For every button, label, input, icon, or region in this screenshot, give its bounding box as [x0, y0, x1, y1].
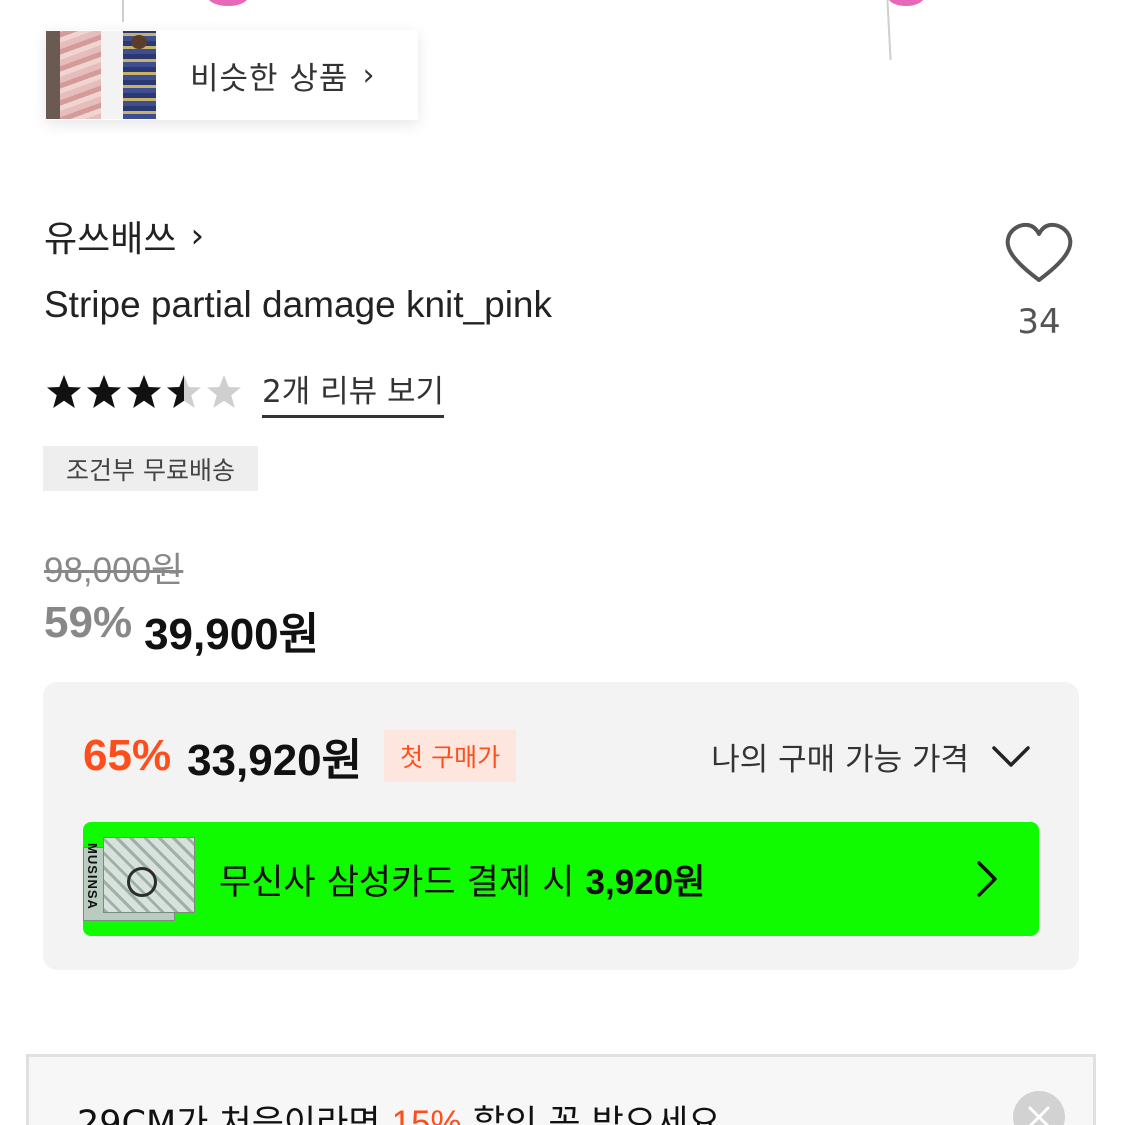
first-purchase-price: 33,920원 [187, 736, 363, 785]
promo-text-suffix: 할인 꼭 받으세요 [461, 1104, 721, 1125]
card-image: MUSINSA [83, 829, 197, 929]
sale-price: 39,900원 [144, 610, 320, 659]
star-icon [47, 375, 81, 408]
like-button[interactable]: 34 [998, 222, 1080, 342]
similar-products-thumbnail [46, 31, 156, 119]
promo-text-prefix: 29CM가 처음이라면 [77, 1104, 392, 1125]
star-empty-icon [207, 375, 241, 408]
card-promo-prefix: 무신사 삼성카드 결제 시 [219, 862, 586, 903]
close-icon [1028, 1106, 1050, 1125]
card-promo-banner[interactable]: MUSINSA 무신사 삼성카드 결제 시 3,920원 [83, 822, 1039, 936]
card-promo-text: 무신사 삼성카드 결제 시 3,920원 [219, 854, 975, 905]
brand-link[interactable]: 유쓰배쓰 › [44, 210, 204, 262]
discount-percent: 59% [44, 598, 133, 647]
image-flower [208, 0, 248, 6]
promo-highlight: 15% [391, 1104, 462, 1125]
shipping-badge: 조건부 무료배송 [43, 446, 258, 491]
original-price: 98,000원 [44, 551, 184, 590]
sale-price-row: 59% 39,900원 [44, 598, 319, 662]
promo-text: 29CM가 처음이라면 15% 할인 꼭 받으세요 [77, 1095, 720, 1125]
star-icon [127, 375, 161, 408]
image-stem [886, 0, 892, 61]
card-promo-amount: 3,920원 [585, 862, 706, 902]
product-title: Stripe partial damage knit_pink [44, 284, 553, 325]
first-purchase-price-row: 65% 33,920원 첫 구매가 [83, 724, 517, 788]
chevron-down-icon [992, 745, 1030, 767]
first-purchase-tag: 첫 구매가 [384, 730, 517, 782]
rating-stars [44, 372, 244, 412]
chevron-right-icon: › [190, 216, 205, 256]
like-count: 34 [1017, 302, 1061, 342]
brand-name: 유쓰배쓰 [44, 219, 177, 260]
first-purchase-promo-bar: 29CM가 처음이라면 15% 할인 꼭 받으세요 [26, 1054, 1096, 1125]
card-brand-text: MUSINSA [85, 843, 100, 910]
image-flower [888, 0, 924, 6]
heart-icon [1005, 222, 1073, 282]
star-half-icon [167, 375, 201, 408]
star-icon [87, 375, 121, 408]
image-stem [122, 0, 124, 22]
top-image-fragment [0, 0, 1125, 61]
chevron-right-icon [977, 861, 997, 897]
rating-row: 2개 리뷰 보기 [44, 366, 445, 418]
similar-products-button[interactable]: 비슷한 상품 › [46, 30, 418, 120]
chevron-right-icon: › [362, 57, 375, 93]
my-price-toggle[interactable]: 나의 구매 가능 가격 [711, 734, 1031, 779]
my-price-label: 나의 구매 가능 가격 [711, 742, 969, 778]
close-button[interactable] [1013, 1091, 1065, 1125]
benefit-panel: 65% 33,920원 첫 구매가 나의 구매 가능 가격 MUSINSA 무신… [43, 682, 1079, 970]
similar-products-label: 비슷한 상품 [190, 60, 349, 97]
review-link[interactable]: 2개 리뷰 보기 [262, 366, 445, 418]
first-purchase-percent: 65% [83, 731, 172, 780]
